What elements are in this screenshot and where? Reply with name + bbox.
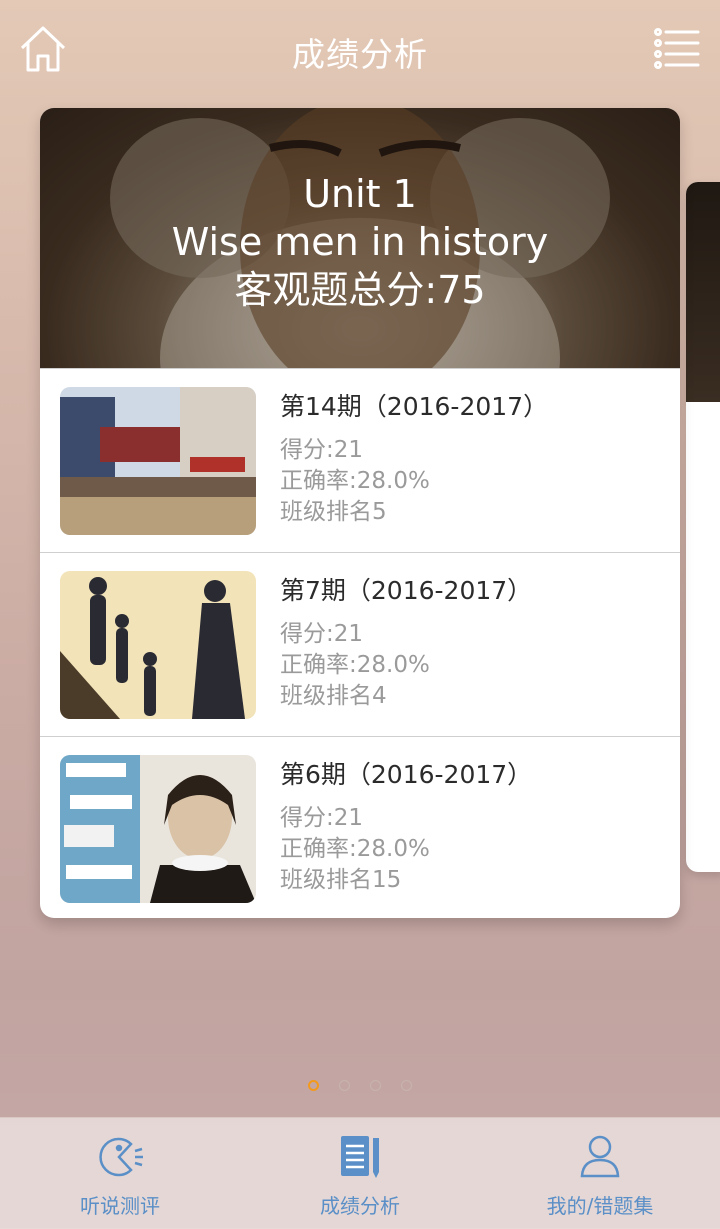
tab-label: 听说测评 — [80, 1194, 160, 1218]
listen-speak-icon — [99, 1137, 143, 1177]
class-rank-text: 班级排名4 — [280, 683, 387, 709]
issue-title: 第14期（2016-2017） — [280, 392, 549, 421]
list-menu-icon[interactable] — [652, 26, 702, 70]
tab-label: 我的/错题集 — [546, 1194, 654, 1218]
next-unit-card-preview[interactable] — [686, 182, 720, 872]
issue-record-row[interactable]: 第14期（2016-2017） 得分:21 正确率:28.0% 班级排名5 — [40, 368, 680, 552]
objective-total-score: 客观题总分:75 — [234, 268, 486, 312]
unit-score-card: Unit 1 Wise men in history 客观题总分:75 第14期… — [40, 108, 680, 918]
unit-summary: Unit 1 Wise men in history 客观题总分:75 — [40, 170, 680, 314]
tab-label: 成绩分析 — [320, 1194, 400, 1218]
score-text: 得分:21 — [280, 621, 364, 647]
top-bar: 成绩分析 — [0, 0, 720, 100]
unit-banner: Unit 1 Wise men in history 客观题总分:75 — [40, 108, 680, 368]
unit-number: Unit 1 — [303, 172, 417, 216]
tab-my-mistakes[interactable]: 我的/错题集 — [480, 1118, 720, 1229]
page-indicator — [0, 1076, 720, 1095]
accuracy-text: 正确率:28.0% — [280, 836, 430, 862]
report-icon — [341, 1136, 379, 1178]
page-title: 成绩分析 — [292, 35, 428, 74]
accuracy-text: 正确率:28.0% — [280, 468, 430, 494]
unit-title: Wise men in history — [171, 220, 549, 264]
shakespeare-collage-image — [60, 755, 256, 903]
score-text: 得分:21 — [280, 805, 364, 831]
issue-title: 第6期（2016-2017） — [280, 760, 533, 789]
score-text: 得分:21 — [280, 437, 364, 463]
tab-listen-speak[interactable]: 听说测评 — [0, 1118, 240, 1229]
page-dot[interactable] — [339, 1080, 350, 1091]
class-rank-text: 班级排名5 — [280, 499, 387, 525]
accuracy-text: 正确率:28.0% — [280, 652, 430, 678]
page-dot[interactable] — [370, 1080, 381, 1091]
bottom-tab-bar: 听说测评 成绩分析 我的/错题集 — [0, 1117, 720, 1229]
user-icon — [580, 1135, 620, 1178]
class-rank-text: 班级排名15 — [280, 867, 402, 893]
family-shadow-image — [60, 571, 256, 719]
page-dot[interactable] — [308, 1080, 319, 1091]
city-street-image — [60, 387, 256, 535]
issue-record-row[interactable]: 第7期（2016-2017） 得分:21 正确率:28.0% 班级排名4 — [40, 552, 680, 736]
tab-score-analysis[interactable]: 成绩分析 — [240, 1118, 480, 1229]
page-dot[interactable] — [401, 1080, 412, 1091]
issue-title: 第7期（2016-2017） — [280, 576, 533, 605]
issue-record-row[interactable]: 第6期（2016-2017） 得分:21 正确率:28.0% 班级排名15 — [40, 736, 680, 918]
